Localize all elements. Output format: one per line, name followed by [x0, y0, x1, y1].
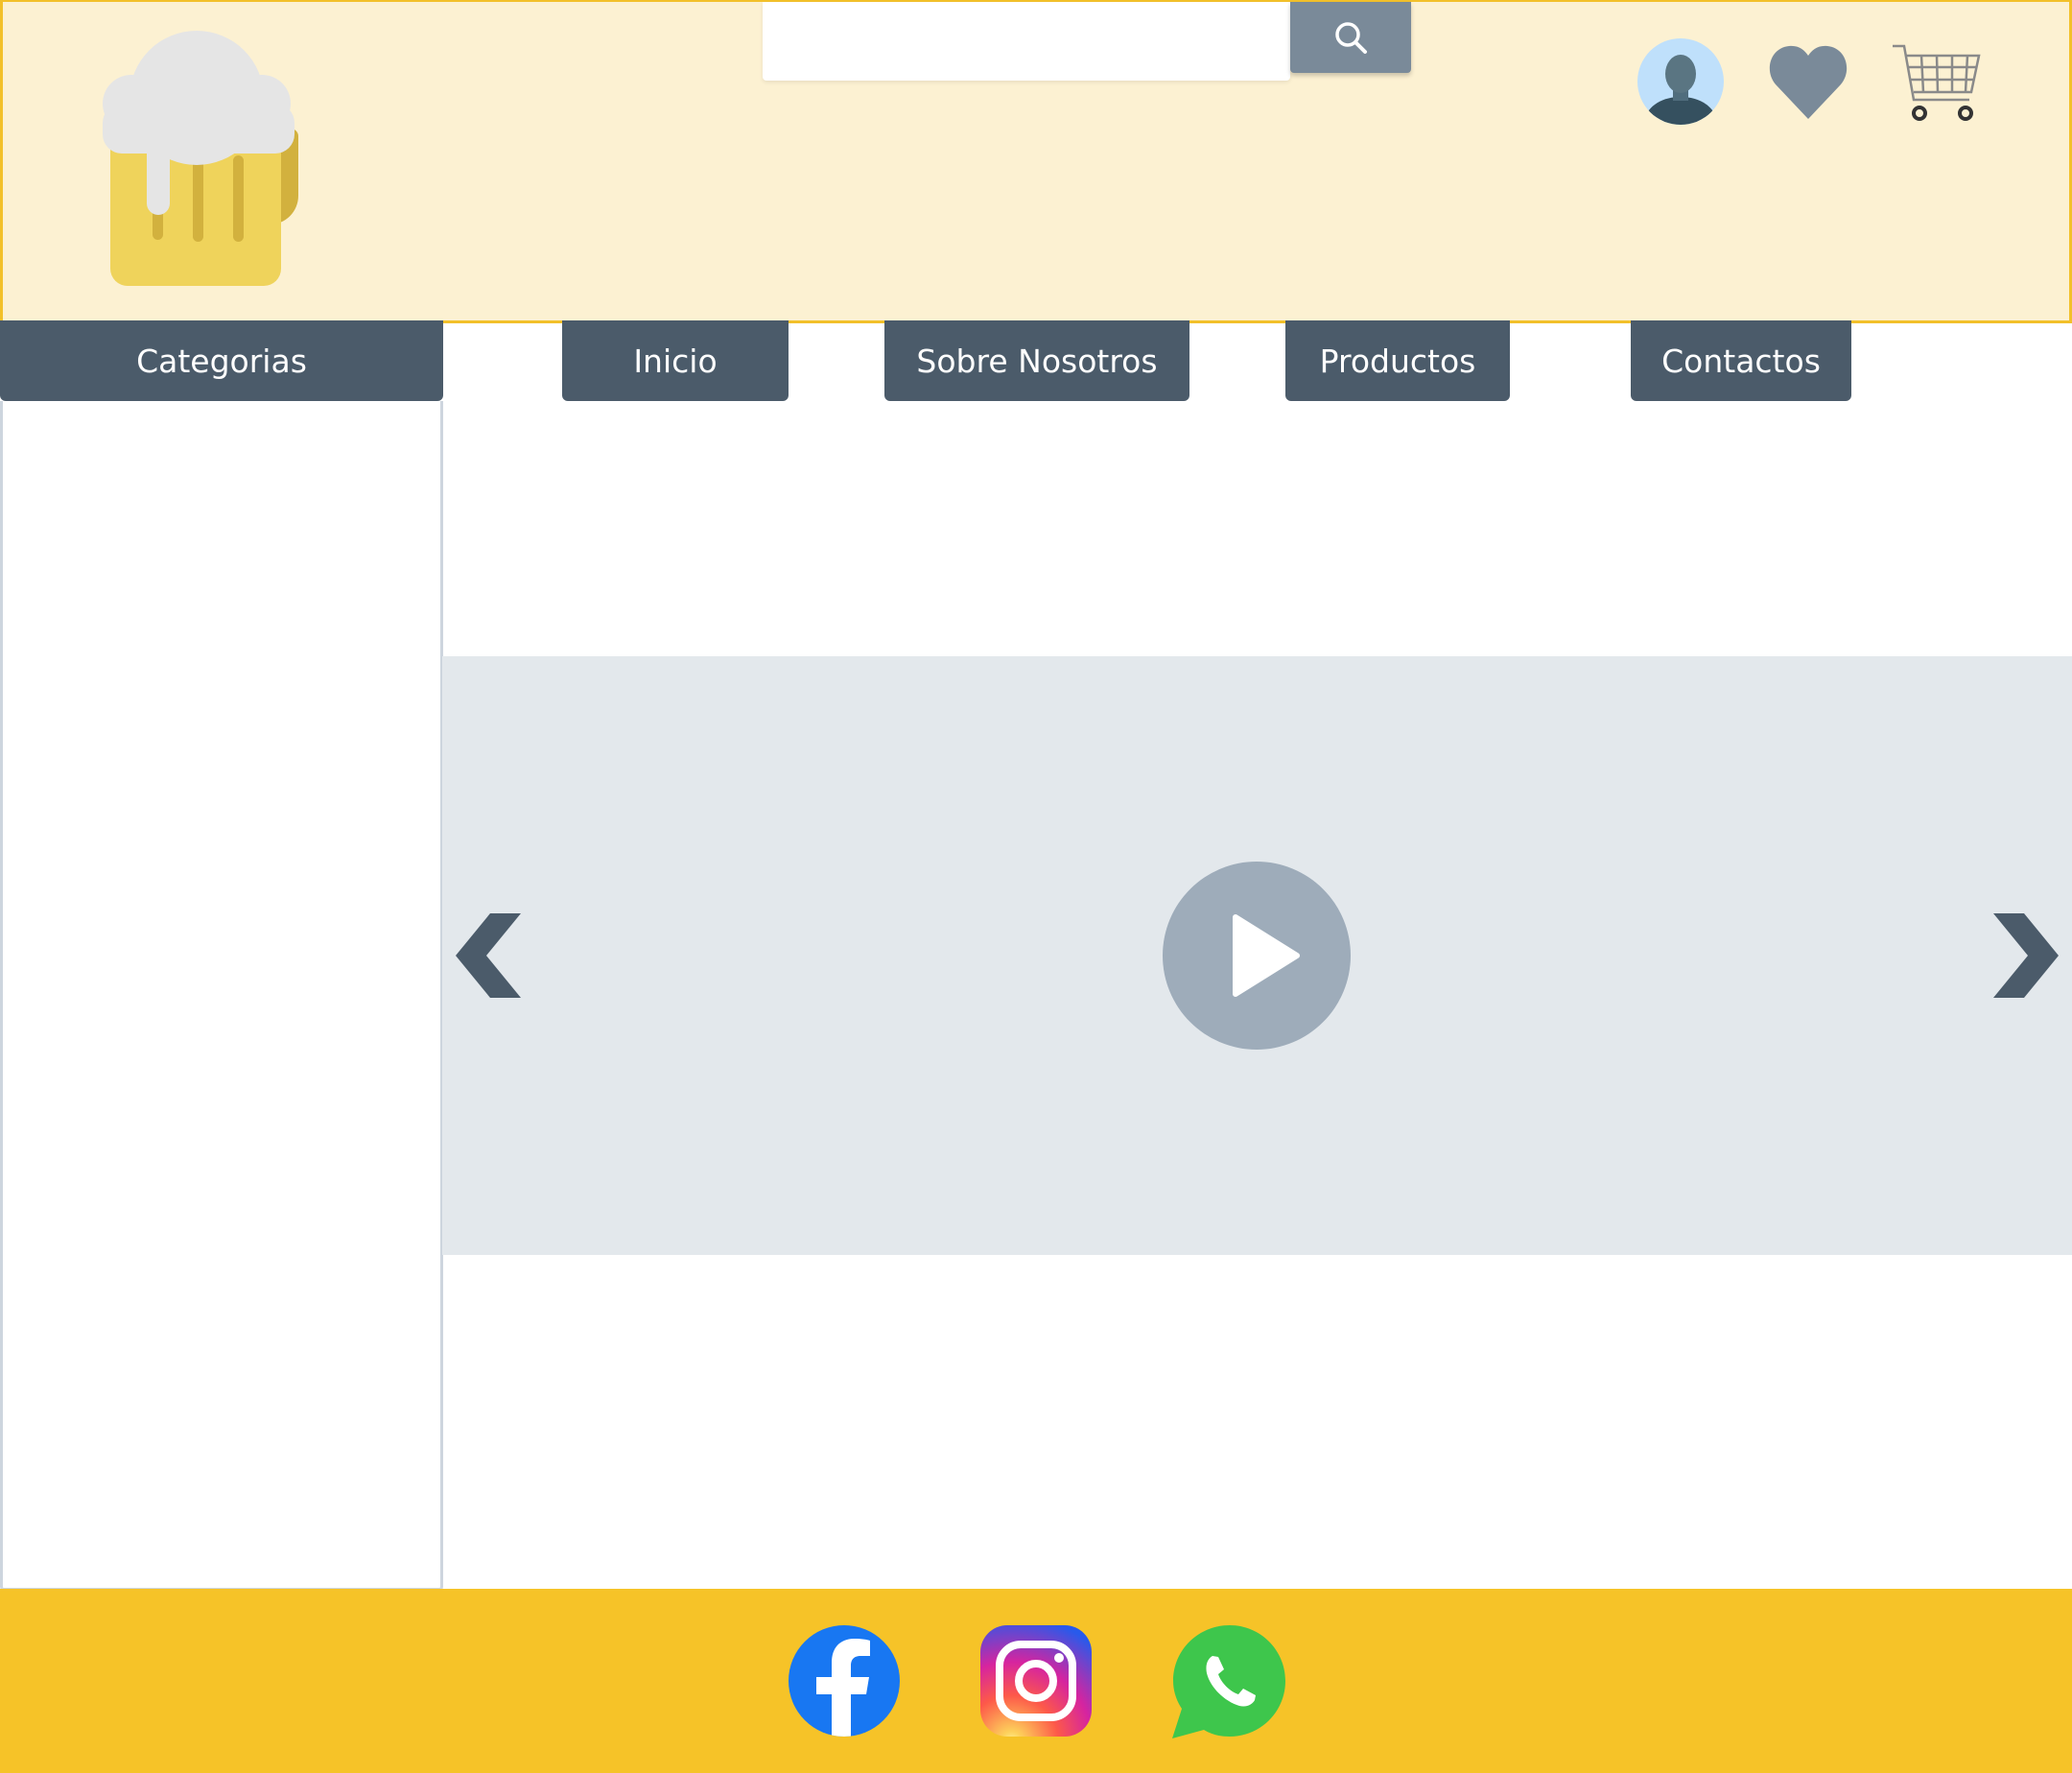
search-input[interactable]: [763, 2, 1290, 81]
site-footer: [0, 1589, 2072, 1773]
heart-icon[interactable]: [1768, 42, 1848, 121]
shopping-cart-icon[interactable]: [1893, 42, 1981, 123]
whatsapp-icon[interactable]: [1170, 1623, 1285, 1738]
search-icon: [1331, 18, 1370, 57]
chevron-left-icon[interactable]: [454, 913, 523, 998]
categories-button[interactable]: Categorias: [0, 320, 443, 401]
search-button[interactable]: [1290, 2, 1411, 73]
nav-item-sobre-nosotros[interactable]: Sobre Nosotros: [884, 320, 1189, 401]
chevron-right-icon[interactable]: [1991, 913, 2060, 998]
nav-item-inicio[interactable]: Inicio: [562, 320, 789, 401]
video-carousel: [442, 656, 2072, 1255]
user-avatar-icon[interactable]: [1636, 37, 1725, 126]
facebook-icon[interactable]: [787, 1623, 902, 1738]
nav-item-contactos[interactable]: Contactos: [1631, 320, 1851, 401]
play-icon[interactable]: [1163, 862, 1351, 1050]
nav-item-productos[interactable]: Productos: [1285, 320, 1510, 401]
beer-mug-logo-icon[interactable]: [99, 23, 329, 288]
categories-panel: [0, 401, 443, 1591]
instagram-icon[interactable]: [978, 1623, 1094, 1738]
site-header: [0, 0, 2072, 323]
